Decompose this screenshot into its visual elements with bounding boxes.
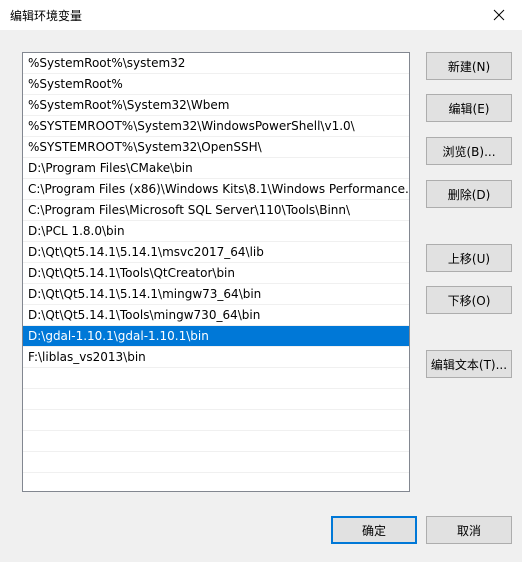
list-item[interactable]: F:\liblas_vs2013\bin: [23, 347, 409, 368]
list-item[interactable]: %SystemRoot%\System32\Wbem: [23, 95, 409, 116]
list-item-text: D:\Qt\Qt5.14.1\5.14.1\mingw73_64\bin: [28, 287, 262, 301]
list-item-text: D:\gdal-1.10.1\gdal-1.10.1\bin: [28, 329, 209, 343]
list-item[interactable]: [23, 389, 409, 410]
list-item[interactable]: D:\Qt\Qt5.14.1\5.14.1\mingw73_64\bin: [23, 284, 409, 305]
path-list[interactable]: %SystemRoot%\system32 %SystemRoot% %System…: [22, 52, 410, 492]
close-button[interactable]: [476, 0, 522, 30]
title-bar: 编辑环境变量: [0, 0, 522, 30]
list-item[interactable]: %SYSTEMROOT%\System32\WindowsPowerShell\…: [23, 116, 409, 137]
edit-text-button[interactable]: 编辑文本(T)...: [426, 350, 512, 378]
list-item[interactable]: %SYSTEMROOT%\System32\OpenSSH\: [23, 137, 409, 158]
window-title: 编辑环境变量: [10, 9, 83, 23]
list-item[interactable]: D:\Program Files\CMake\bin: [23, 158, 409, 179]
list-item[interactable]: D:\Qt\Qt5.14.1\Tools\QtCreator\bin: [23, 263, 409, 284]
list-item-text: %SYSTEMROOT%\System32\WindowsPowerShell\…: [28, 119, 355, 133]
list-item[interactable]: [23, 410, 409, 431]
list-item[interactable]: [23, 452, 409, 473]
list-item[interactable]: [23, 431, 409, 452]
list-item-text: D:\Qt\Qt5.14.1\5.14.1\msvc2017_64\lib: [28, 245, 264, 259]
list-item-text: D:\Qt\Qt5.14.1\Tools\QtCreator\bin: [28, 266, 235, 280]
list-item-text: %SystemRoot%\system32: [28, 56, 186, 70]
list-item-text: C:\Program Files\Microsoft SQL Server\11…: [28, 203, 351, 217]
list-item-text: F:\liblas_vs2013\bin: [28, 350, 146, 364]
list-item[interactable]: [23, 368, 409, 389]
list-item[interactable]: [23, 473, 409, 491]
list-item[interactable]: %SystemRoot%\system32: [23, 53, 409, 74]
list-item-text: %SYSTEMROOT%\System32\OpenSSH\: [28, 140, 262, 154]
list-item[interactable]: C:\Program Files (x86)\Windows Kits\8.1\…: [23, 179, 409, 200]
list-item-text: %SystemRoot%: [28, 77, 123, 91]
list-item-selected[interactable]: D:\gdal-1.10.1\gdal-1.10.1\bin: [23, 326, 409, 347]
close-icon: [493, 9, 505, 21]
edit-button[interactable]: 编辑(E): [426, 94, 512, 122]
move-down-button[interactable]: 下移(O): [426, 286, 512, 314]
list-item-text: D:\Program Files\CMake\bin: [28, 161, 193, 175]
cancel-button[interactable]: 取消: [426, 516, 512, 544]
list-item[interactable]: D:\Qt\Qt5.14.1\5.14.1\msvc2017_64\lib: [23, 242, 409, 263]
ok-button[interactable]: 确定: [331, 516, 417, 544]
list-item-text: D:\Qt\Qt5.14.1\Tools\mingw730_64\bin: [28, 308, 261, 322]
list-item[interactable]: D:\PCL 1.8.0\bin: [23, 221, 409, 242]
delete-button[interactable]: 删除(D): [426, 180, 512, 208]
move-up-button[interactable]: 上移(U): [426, 244, 512, 272]
list-item-text: D:\PCL 1.8.0\bin: [28, 224, 125, 238]
list-item[interactable]: %SystemRoot%: [23, 74, 409, 95]
browse-button[interactable]: 浏览(B)...: [426, 137, 512, 165]
list-item-text: %SystemRoot%\System32\Wbem: [28, 98, 230, 112]
list-item[interactable]: D:\Qt\Qt5.14.1\Tools\mingw730_64\bin: [23, 305, 409, 326]
list-item[interactable]: C:\Program Files\Microsoft SQL Server\11…: [23, 200, 409, 221]
list-item-text: C:\Program Files (x86)\Windows Kits\8.1\…: [28, 182, 409, 196]
new-button[interactable]: 新建(N): [426, 52, 512, 80]
